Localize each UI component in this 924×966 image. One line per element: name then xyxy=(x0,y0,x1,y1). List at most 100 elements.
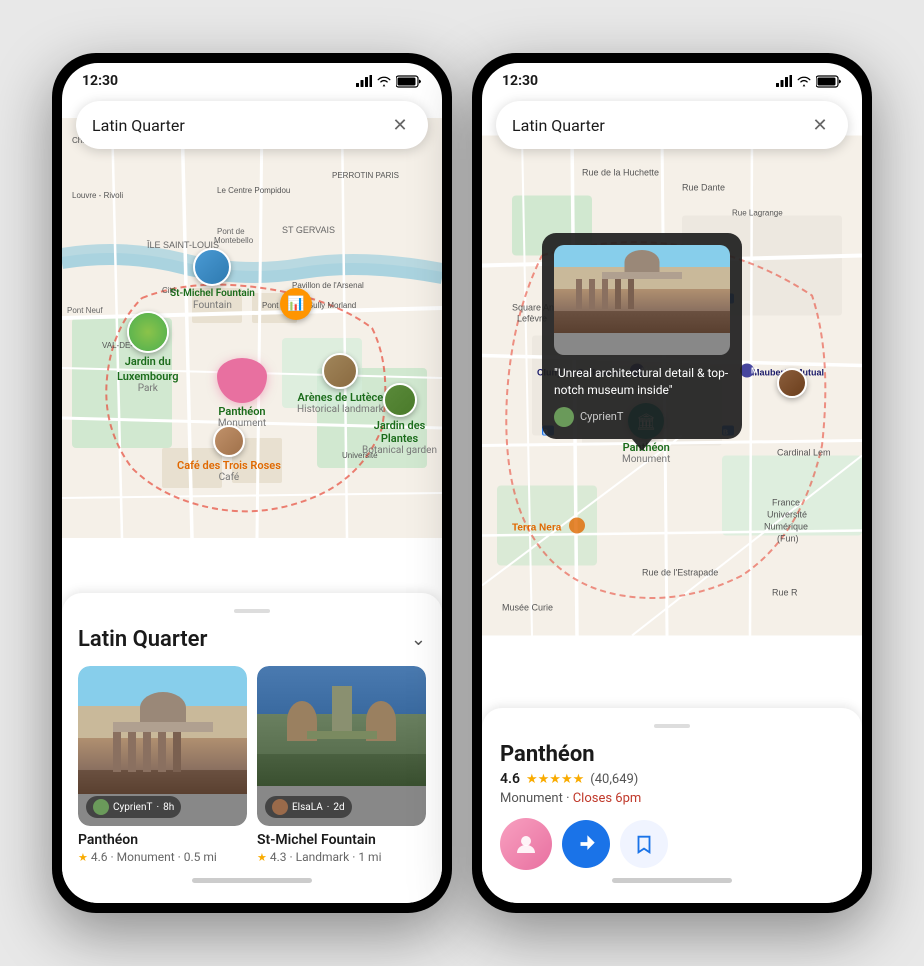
distance-2: 1 mi xyxy=(358,850,381,864)
map-area-2: Rue de la Huchette Rue Dante Rue Lagrang… xyxy=(482,63,862,708)
battery-icon-2 xyxy=(816,75,842,88)
svg-text:Numérique: Numérique xyxy=(764,522,808,532)
star-icon-1: ★ xyxy=(78,851,88,864)
svg-text:Terra Nera: Terra Nera xyxy=(512,523,562,534)
directions-button[interactable] xyxy=(562,820,610,868)
status-bar-2: 12:30 xyxy=(482,63,862,95)
svg-text:Pont de: Pont de xyxy=(217,227,245,236)
drag-handle-1 xyxy=(234,609,270,613)
pin-stmichel[interactable]: St-Michel Fountain Fountain xyxy=(170,248,255,311)
detail-actions xyxy=(500,818,844,870)
svg-text:Le Centre Pompidou: Le Centre Pompidou xyxy=(217,186,290,195)
detail-type: Monument xyxy=(500,791,563,806)
detail-card-image xyxy=(554,245,730,355)
place-meta-1: ★ 4.6 · Monument · 0.5 mi xyxy=(78,850,247,864)
svg-text:Montebello: Montebello xyxy=(214,236,254,245)
separator: · xyxy=(566,791,573,806)
svg-text:Université: Université xyxy=(767,510,807,520)
panel-title-row: Latin Quarter ⌄ xyxy=(78,627,426,652)
pin-jardinplantes[interactable]: Jardin des Plantes Botanical garden xyxy=(357,383,442,456)
pantheon-type-2: Monument xyxy=(622,454,670,465)
home-bar-1 xyxy=(192,878,312,883)
place-name-1: Panthéon xyxy=(78,832,247,848)
place-card-fountain[interactable]: ElsaLA · 2d St-Michel Fountain ★ 4.3 xyxy=(257,666,426,864)
search-input-2: Latin Quarter xyxy=(512,116,605,135)
card-user-2: ElsaLA xyxy=(292,802,323,813)
close-button-2[interactable]: ✕ xyxy=(808,113,832,137)
svg-text:M: M xyxy=(751,367,758,376)
svg-text:Rue de la Huchette: Rue de la Huchette xyxy=(582,168,659,178)
phone-2: 12:30 xyxy=(472,53,872,913)
place-card-1[interactable]: CyprienT · 8h xyxy=(78,666,247,826)
svg-text:Rue R: Rue R xyxy=(772,588,798,598)
place-name-2: St-Michel Fountain xyxy=(257,832,426,848)
wifi-icon xyxy=(376,75,392,87)
card-user-badge-2: ElsaLA · 2d xyxy=(265,796,352,818)
chevron-icon-1[interactable]: ⌄ xyxy=(411,629,426,650)
svg-text:PERROTIN PARIS: PERROTIN PARIS xyxy=(332,171,399,180)
detail-user-row: CyprienT xyxy=(554,407,730,427)
place-card-2[interactable]: ElsaLA · 2d xyxy=(257,666,426,826)
svg-text:Musée Curie: Musée Curie xyxy=(502,603,553,613)
place-info-1: Panthéon ★ 4.6 · Monument · 0.5 mi xyxy=(78,826,247,864)
rating-count: (40,649) xyxy=(590,772,638,787)
card-time-1: 8h xyxy=(163,802,174,813)
save-button[interactable] xyxy=(620,820,668,868)
pin-luxembourg[interactable]: Jardin du Luxembourg Park xyxy=(117,311,179,394)
panel-title-1: Latin Quarter xyxy=(78,627,207,652)
search-bar-2[interactable]: Latin Quarter ✕ xyxy=(496,101,848,149)
cards-row-1: CyprienT · 8h Panthéon ★ 4.6 xyxy=(78,666,426,864)
rating-2: 4.3 xyxy=(270,850,287,864)
search-bar-1[interactable]: Latin Quarter ✕ xyxy=(76,101,428,149)
type-2: Landmark xyxy=(296,850,350,864)
detail-card-tail xyxy=(632,439,652,451)
detail-card[interactable]: "Unreal architectural detail & top-notch… xyxy=(542,233,742,439)
pin-pantheon[interactable]: Panthéon Monument xyxy=(217,358,267,429)
card-time-2: 2d xyxy=(333,802,344,813)
close-button-1[interactable]: ✕ xyxy=(388,113,412,137)
card-user-1: CyprienT xyxy=(113,802,152,813)
card-user-badge-1: CyprienT · 8h xyxy=(86,796,181,818)
directions-icon xyxy=(575,833,597,855)
svg-text:(Fun): (Fun) xyxy=(777,534,799,544)
detail-place-name: Panthéon xyxy=(500,742,844,767)
svg-text:France: France xyxy=(772,498,800,508)
detail-user-name: CyprienT xyxy=(580,410,623,423)
detail-quote: "Unreal architectural detail & top-notch… xyxy=(554,365,730,399)
star-icon-2: ★ xyxy=(257,851,267,864)
home-bar-2 xyxy=(612,878,732,883)
place-type-row: Monument · Closes 6pm xyxy=(500,791,844,806)
svg-text:ST GERVAIS: ST GERVAIS xyxy=(282,225,335,235)
phones-container: 12:30 xyxy=(52,53,872,913)
wifi-icon-2 xyxy=(796,75,812,87)
place-card-pantheon[interactable]: CyprienT · 8h Panthéon ★ 4.6 xyxy=(78,666,247,864)
drag-handle-2 xyxy=(654,724,690,728)
place-meta-2: ★ 4.3 · Landmark · 1 mi xyxy=(257,850,426,864)
status-time-1: 12:30 xyxy=(82,73,118,89)
pink-avatar-circle xyxy=(500,818,552,870)
stars-display: ★★★★★ xyxy=(526,772,584,787)
phone-1: 12:30 xyxy=(52,53,452,913)
svg-text:Cardinal Lem: Cardinal Lem xyxy=(777,448,831,458)
status-icons-2 xyxy=(776,75,842,88)
bottom-detail-panel: Panthéon 4.6 ★★★★★ (40,649) Monument · C… xyxy=(482,708,862,903)
rating-row: 4.6 ★★★★★ (40,649) xyxy=(500,771,844,787)
detail-user-avatar xyxy=(554,407,574,427)
distance-1: 0.5 mi xyxy=(184,850,217,864)
bottom-panel-1: Latin Quarter ⌄ xyxy=(62,593,442,903)
pin-stats[interactable]: 📊 xyxy=(280,288,312,320)
svg-text:Rue de l'Estrapade: Rue de l'Estrapade xyxy=(642,568,718,578)
status-bar-1: 12:30 xyxy=(62,63,442,95)
search-input-1: Latin Quarter xyxy=(92,116,185,135)
svg-text:Pont Neuf: Pont Neuf xyxy=(67,306,103,315)
place-info-2: St-Michel Fountain ★ 4.3 · Landmark · 1 … xyxy=(257,826,426,864)
svg-text:Louvre - Rivoli: Louvre - Rivoli xyxy=(72,191,123,200)
status-icons-1 xyxy=(356,75,422,88)
pin-cardinal[interactable] xyxy=(777,368,807,398)
battery-icon xyxy=(396,75,422,88)
person-icon xyxy=(515,833,537,855)
signal-icon-2 xyxy=(776,75,792,87)
pin-cafe[interactable]: Café des Trois Roses Café xyxy=(177,425,281,483)
type-1: Monument xyxy=(117,850,175,864)
bookmark-icon xyxy=(633,833,655,855)
